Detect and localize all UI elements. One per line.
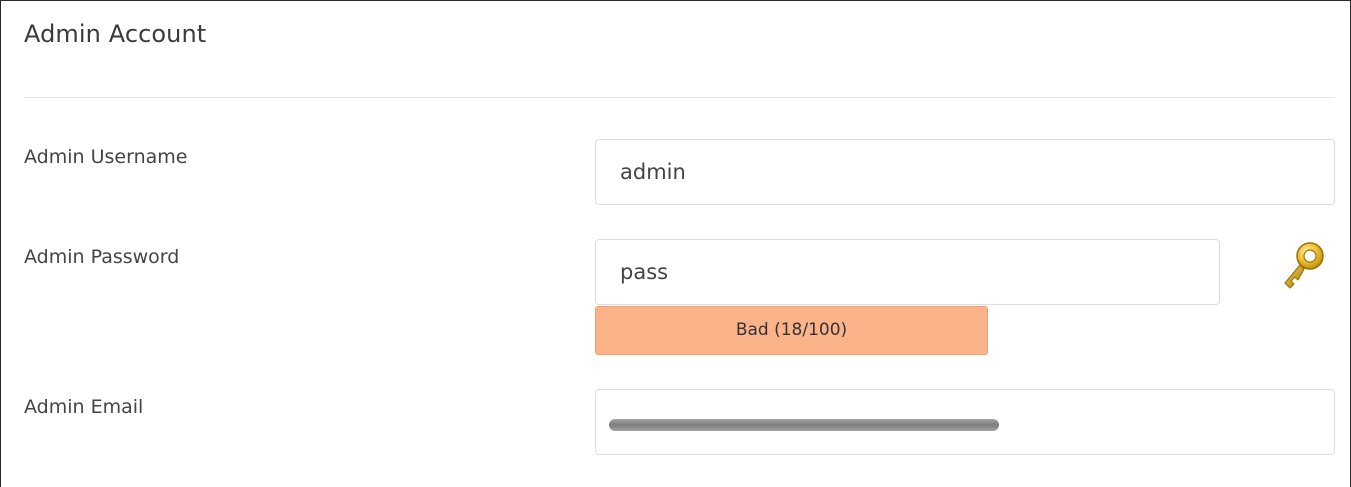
email-label: Admin Email <box>24 396 144 418</box>
username-label: Admin Username <box>24 146 188 168</box>
generate-password-button[interactable] <box>1277 239 1329 295</box>
section-title: Admin Account <box>24 20 207 48</box>
password-input[interactable] <box>595 239 1220 305</box>
section-divider <box>24 97 1335 98</box>
admin-account-panel: Admin Account Admin Username Admin Passw… <box>0 0 1351 487</box>
password-strength-label: Bad (18/100) <box>735 320 848 340</box>
username-input[interactable] <box>595 139 1335 205</box>
password-label: Admin Password <box>24 246 180 268</box>
password-strength-meter: Bad (18/100) <box>595 306 988 355</box>
email-input[interactable] <box>595 389 1335 455</box>
key-icon <box>1284 242 1324 289</box>
